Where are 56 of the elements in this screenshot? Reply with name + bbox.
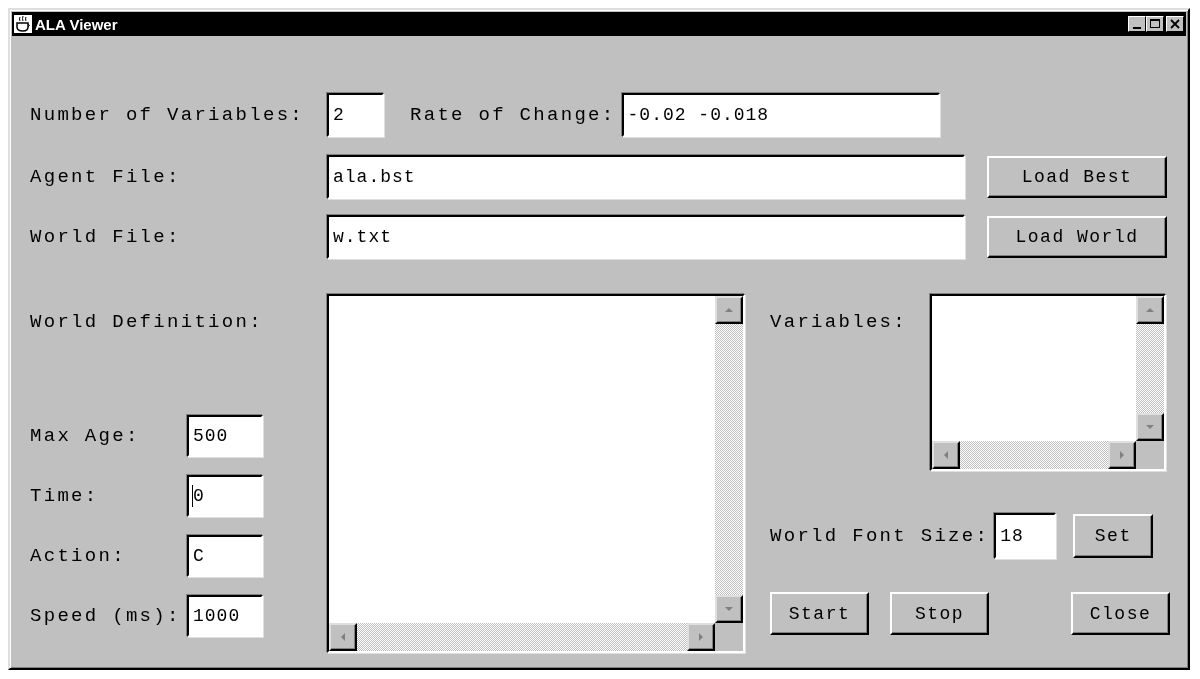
input-field[interactable]: C (187, 535, 263, 577)
field-label: Time: (30, 485, 100, 507)
set-button[interactable]: Set (1073, 514, 1154, 558)
load-button[interactable]: Load Best (987, 156, 1167, 198)
scroll-right-button[interactable] (1108, 441, 1136, 469)
field-label: Action: (30, 545, 127, 567)
horizontal-scrollbar[interactable] (932, 441, 1136, 469)
up-arrow-icon (1146, 306, 1154, 314)
scroll-up-button[interactable] (715, 296, 743, 324)
minimize-icon (1133, 26, 1141, 29)
input-field[interactable]: 0 (187, 475, 263, 517)
field-label: Number of Variables: (30, 104, 306, 126)
right-arrow-icon (697, 633, 705, 641)
horizontal-scrollbar[interactable] (329, 623, 715, 651)
input-field[interactable]: w.txt (327, 215, 965, 259)
list-box[interactable] (930, 294, 1166, 471)
input-field[interactable]: 18 (994, 513, 1057, 559)
field-label: Speed (ms): (30, 605, 182, 627)
field-label: Rate of Change: (410, 104, 616, 126)
input-field[interactable]: 2 (327, 93, 384, 137)
action-button[interactable]: Start (770, 592, 869, 635)
scroll-right-button[interactable] (687, 623, 715, 651)
minimize-button[interactable] (1128, 16, 1146, 32)
scroll-up-button[interactable] (1136, 296, 1164, 324)
field-label: Max Age: (30, 425, 141, 447)
field-label: World Font Size: (770, 525, 990, 547)
scrollbar-corner (1136, 441, 1164, 469)
window-title: ALA Viewer (35, 15, 118, 33)
scroll-down-button[interactable] (1136, 413, 1164, 441)
input-field[interactable]: 500 (187, 415, 263, 457)
up-arrow-icon (725, 306, 733, 314)
scroll-left-button[interactable] (932, 441, 960, 469)
close-icon (1170, 19, 1180, 29)
close-button[interactable] (1166, 16, 1184, 32)
input-field[interactable]: ala.bst (327, 155, 965, 199)
maximize-icon (1150, 19, 1160, 29)
vertical-scrollbar[interactable] (715, 296, 743, 623)
maximize-button[interactable] (1146, 16, 1164, 32)
vertical-scrollbar[interactable] (1136, 296, 1164, 441)
action-button[interactable]: Close (1071, 592, 1170, 635)
field-label: Agent File: (30, 166, 182, 188)
scroll-down-button[interactable] (715, 595, 743, 623)
action-button[interactable]: Stop (890, 592, 989, 635)
left-arrow-icon (339, 633, 347, 641)
scrollbar-corner (715, 623, 743, 651)
input-field[interactable]: -0.02 -0.018 (621, 93, 940, 137)
input-field[interactable]: 1000 (187, 595, 263, 637)
scroll-left-button[interactable] (329, 623, 357, 651)
down-arrow-icon (1146, 423, 1154, 431)
right-arrow-icon (1118, 451, 1126, 459)
field-label: Variables: (770, 311, 908, 335)
down-arrow-icon (725, 605, 733, 613)
load-button[interactable]: Load World (987, 216, 1167, 258)
field-label: World File: (30, 226, 182, 248)
left-arrow-icon (942, 451, 950, 459)
field-label: World Definition: (30, 311, 264, 333)
